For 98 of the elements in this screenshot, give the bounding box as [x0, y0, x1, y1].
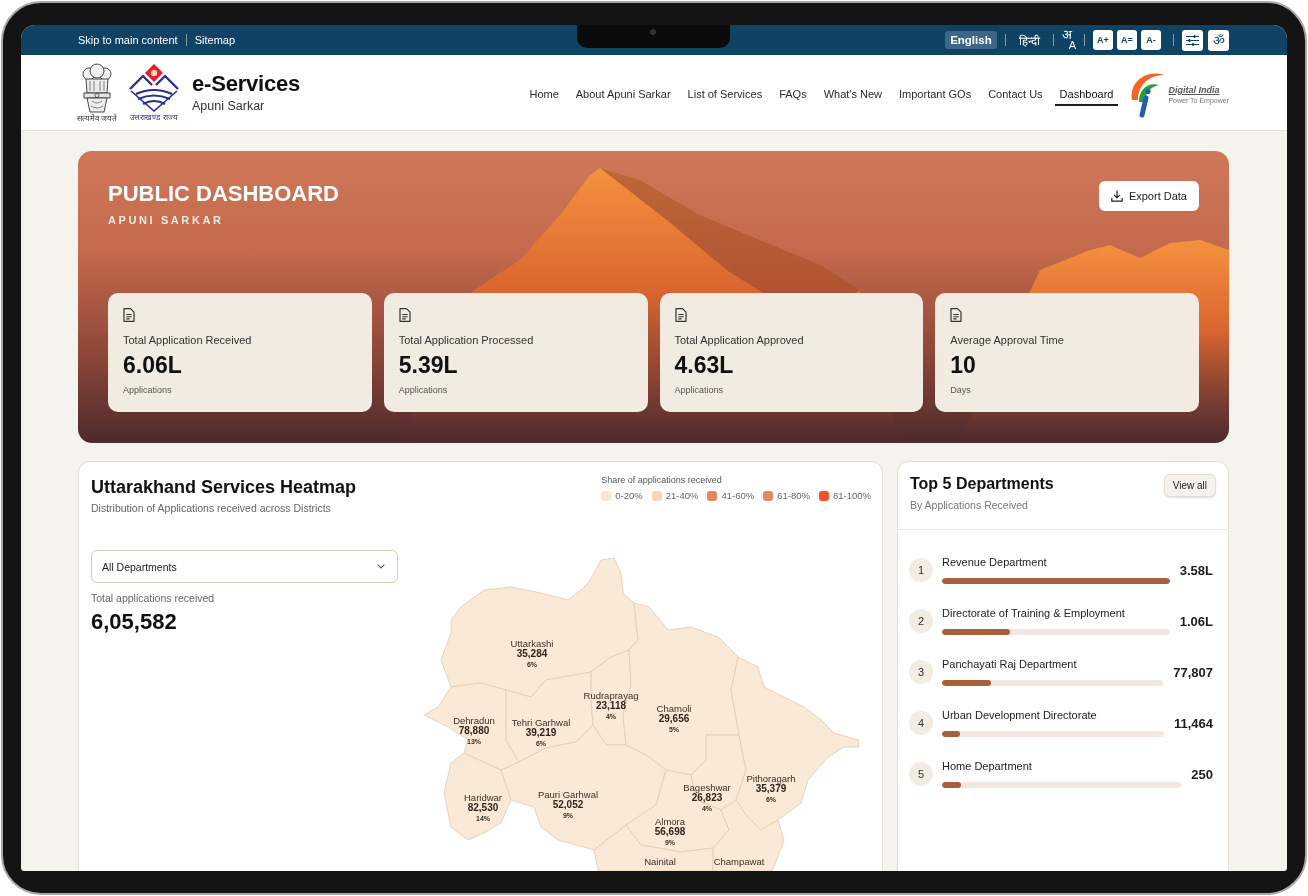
rank-badge: 5 — [909, 762, 933, 786]
document-icon — [674, 308, 687, 322]
accessibility-button[interactable]: ॐ — [1208, 29, 1229, 51]
district-name: Chamoli — [656, 702, 692, 714]
legend-title: Share of applications received — [601, 475, 723, 486]
district-name: Tehri Garhwal — [511, 716, 571, 728]
legend-label: 81-100% — [832, 490, 871, 501]
district-name: Uttarkashi — [510, 637, 554, 649]
district-name: Bageshwar — [683, 781, 731, 793]
logo-caption: उत्तराखण्ड राज्य — [130, 112, 178, 122]
heatmap-subtitle: Distribution of Applications received across Districts — [91, 501, 332, 515]
document-icon — [398, 308, 411, 322]
district-count: 82,530 — [467, 802, 499, 813]
download-icon — [1110, 190, 1123, 202]
export-button[interactable]: Export Data — [1098, 181, 1199, 211]
district-count: 29,656 — [658, 713, 690, 724]
nav-link[interactable]: Home — [524, 83, 564, 106]
district-name: Haridwar — [464, 791, 502, 803]
language-option[interactable]: हिन्दी — [1013, 29, 1045, 51]
department-value: 1.06L — [1179, 613, 1213, 629]
district-name: Pauri Garhwal — [537, 788, 599, 800]
legend-label: 61-80% — [777, 490, 810, 501]
settings-button[interactable] — [1182, 29, 1203, 51]
heatmap-title: Uttarakhand Services Heatmap — [91, 476, 357, 498]
department-name: Home Department — [942, 760, 1033, 773]
district-name: Nainital — [644, 855, 676, 867]
district-count: 35,379 — [755, 783, 787, 794]
stat-value: 10 — [950, 352, 976, 378]
nav-link[interactable]: List of Services — [682, 83, 768, 106]
document-icon — [950, 308, 963, 322]
total-value: 6,05,582 — [91, 609, 178, 635]
total-label: Total applications received — [91, 592, 216, 605]
department-value: 3.58L — [1179, 562, 1213, 578]
rank-badge: 1 — [909, 558, 933, 582]
district-count: 56,698 — [654, 826, 686, 837]
nav-link[interactable]: FAQs — [774, 83, 812, 106]
stat-value: 5.39L — [398, 352, 458, 378]
nav-link[interactable]: Contact Us — [983, 83, 1048, 106]
chevron-down-icon — [377, 564, 385, 569]
department-name: Panchayati Raj Department — [942, 658, 1078, 671]
stat-label: Total Application Approved — [674, 334, 804, 347]
site-subtitle: Apuni Sarkar — [192, 98, 266, 114]
nav-link[interactable]: About Apuni Sarkar — [570, 83, 676, 106]
stat-unit: Applications — [674, 385, 724, 396]
stat-value: 6.06L — [123, 352, 182, 378]
department-name: Urban Development Directorate — [942, 709, 1098, 722]
district-count: 35,284 — [516, 648, 548, 659]
legend-label: 21-40% — [665, 490, 699, 501]
department-value: 77,807 — [1173, 664, 1213, 680]
font-size-button[interactable]: A- — [1141, 30, 1161, 50]
department-name: Directorate of Training & Employment — [942, 607, 1126, 620]
script-toggle-button[interactable]: अ A — [1061, 28, 1076, 52]
district-count: 23,118 — [596, 700, 626, 711]
mountain-logo-icon — [128, 63, 180, 112]
stat-unit: Days — [950, 385, 971, 396]
stat-unit: Applications — [123, 385, 172, 396]
stat-label: Total Application Processed — [398, 334, 534, 347]
sliders-icon — [1186, 34, 1199, 46]
stat-label: Average Approval Time — [950, 334, 1064, 347]
nav-link[interactable]: Important GOs — [894, 83, 977, 106]
department-select[interactable]: All Departments — [91, 550, 398, 583]
district-name: Champawat — [713, 855, 765, 867]
logo-name: Digital India — [1168, 84, 1221, 96]
rank-badge: 4 — [909, 711, 933, 735]
district-name: Rudraprayag — [583, 689, 639, 701]
dashboard-subtitle: APUNI SARKAR — [108, 213, 225, 227]
department-value: 11,464 — [1173, 715, 1213, 731]
emblem-icon — [80, 62, 114, 113]
department-name: Revenue Department — [942, 556, 1048, 569]
font-size-button[interactable]: A= — [1117, 30, 1137, 50]
nav-link[interactable]: What's New — [818, 83, 888, 106]
district-name: Almora — [654, 815, 686, 827]
emblem-motto: सत्यमेव जयते — [76, 113, 118, 123]
rank-badge: 3 — [909, 660, 933, 684]
district-name: Dehradun — [453, 714, 495, 726]
departments-title: Top 5 Departments — [910, 474, 1054, 494]
district-count: 39,219 — [525, 727, 557, 738]
stat-label: Total Application Received — [123, 334, 252, 347]
nav-link[interactable]: Dashboard — [1054, 83, 1119, 106]
legend-label: 41-60% — [721, 490, 755, 501]
font-size-button[interactable]: A+ — [1093, 30, 1113, 50]
legend-label: 0-20% — [615, 490, 643, 501]
stat-unit: Applications — [398, 385, 448, 396]
sitemap-link[interactable]: Sitemap — [194, 34, 236, 46]
district-count: 26,823 — [691, 792, 723, 803]
district-count: 52,052 — [552, 799, 584, 810]
language-option[interactable]: English — [945, 31, 997, 49]
district-name: Pithoragarh — [746, 772, 796, 784]
site-title: e-Services — [192, 71, 301, 97]
document-icon — [123, 308, 135, 322]
department-value: 250 — [1191, 766, 1213, 782]
stat-value: 4.63L — [674, 352, 734, 378]
skip-link[interactable]: Skip to main content — [78, 34, 178, 46]
rank-badge: 2 — [909, 609, 933, 633]
view-all-button[interactable]: View all — [1163, 474, 1216, 497]
departments-subtitle: By Applications Received — [910, 498, 1029, 512]
dashboard-title: PUBLIC DASHBOARD — [108, 181, 339, 207]
district-count: 78,880 — [458, 725, 490, 736]
